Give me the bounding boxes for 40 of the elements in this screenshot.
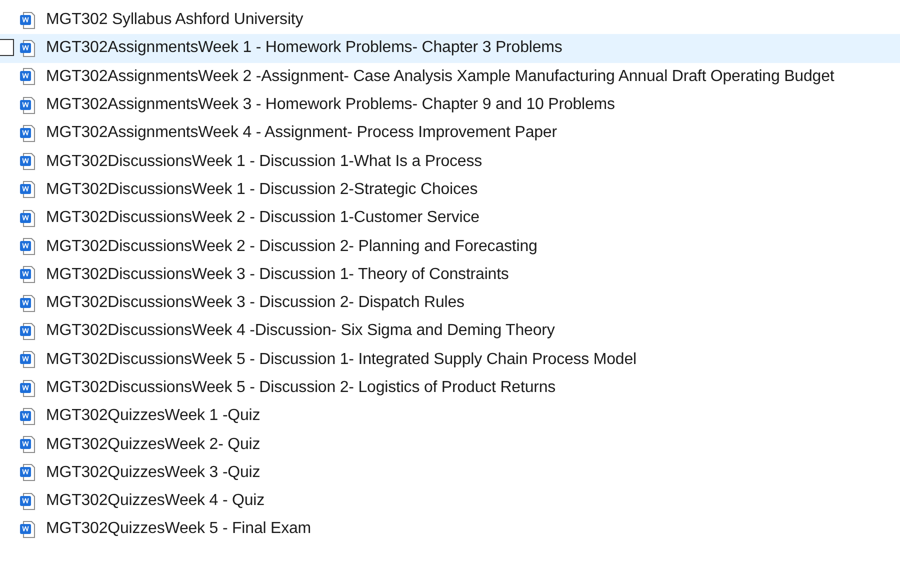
file-name[interactable]: MGT302AssignmentsWeek 1 - Homework Problems- Chapter 3 Problems — [46, 39, 562, 58]
word-document-icon — [20, 436, 36, 454]
file-name[interactable]: MGT302QuizzesWeek 2- Quiz — [46, 436, 260, 454]
file-name[interactable]: MGT302DiscussionsWeek 5 - Discussion 1- Integrated Supply Chain Process Model — [46, 350, 636, 369]
file-name[interactable]: MGT302QuizzesWeek 1 -Quiz — [46, 407, 260, 426]
word-document-icon — [20, 210, 36, 227]
file-name[interactable]: MGT302AssignmentsWeek 3 - Homework Problems- Chapter 9 and 10 Problems — [46, 96, 615, 114]
file-name[interactable]: MGT302DiscussionsWeek 1 - Discussion 2-Strategic Choices — [46, 180, 478, 199]
word-document-icon — [20, 380, 36, 396]
word-document-icon — [20, 68, 36, 86]
word-document-icon — [20, 181, 36, 198]
file-name[interactable]: MGT302DiscussionsWeek 5 - Discussion 2- Logistics of Product Returns — [46, 379, 556, 397]
word-document-icon — [20, 520, 36, 538]
file-name[interactable]: MGT302QuizzesWeek 3 -Quiz — [46, 464, 260, 482]
file-name[interactable]: MGT302DiscussionsWeek 3 - Discussion 2- Dispatch Rules — [46, 294, 464, 312]
word-document-icon — [20, 492, 36, 510]
word-document-icon — [20, 322, 36, 340]
file-name[interactable]: MGT302AssignmentsWeek 4 - Assignment- Process Improvement Paper — [46, 124, 557, 142]
word-document-icon — [20, 96, 36, 114]
word-document-icon — [20, 153, 36, 170]
file-row[interactable]: MGT302AssignmentsWeek 1 - Homework Problems- Chapter 3 Problems — [0, 34, 900, 63]
file-name[interactable]: MGT302DiscussionsWeek 1 - Discussion 1-What Is a Process — [46, 152, 482, 171]
file-name[interactable]: MGT302DiscussionsWeek 2 - Discussion 2- Planning and Forecasting — [46, 238, 538, 256]
file-name[interactable]: MGT302QuizzesWeek 5 - Final Exam — [46, 520, 312, 538]
word-document-icon — [20, 12, 36, 29]
word-document-icon — [20, 124, 36, 142]
file-name[interactable]: MGT302AssignmentsWeek 2 -Assignment- Case Analysis Xample Manufacturing Annual Draft Operating Budget — [46, 68, 834, 86]
word-document-icon — [20, 351, 36, 368]
word-document-icon — [20, 408, 36, 425]
file-name[interactable]: MGT302QuizzesWeek 4 - Quiz — [46, 492, 265, 510]
checkbox[interactable] — [0, 39, 14, 56]
file-name[interactable]: MGT302DiscussionsWeek 3 - Discussion 1- Theory of Constraints — [46, 266, 509, 284]
file-name[interactable]: MGT302 Syllabus Ashford University — [46, 11, 304, 30]
word-document-icon — [20, 464, 36, 482]
file-name[interactable]: MGT302DiscussionsWeek 2 - Discussion 1-Customer Service — [46, 209, 480, 228]
word-document-icon — [20, 266, 36, 284]
word-document-icon — [20, 294, 36, 312]
file-name[interactable]: MGT302DiscussionsWeek 4 -Discussion- Six Sigma and Deming Theory — [46, 322, 555, 340]
word-document-icon — [20, 238, 36, 256]
word-document-icon — [20, 40, 36, 57]
